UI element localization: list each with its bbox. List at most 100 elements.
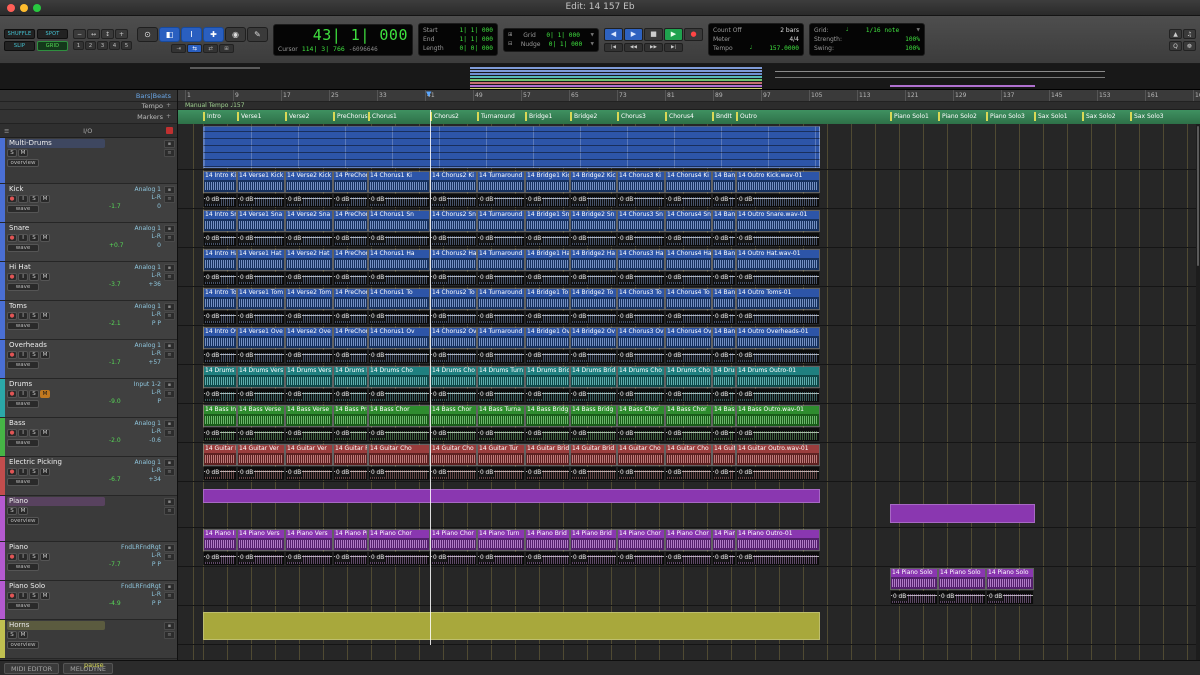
volume-automation-segment[interactable]: 0 dB xyxy=(665,467,712,480)
volume-automation-segment[interactable]: 0 dB xyxy=(986,591,1034,604)
audio-clip[interactable]: 14 Intro Ha xyxy=(203,249,237,271)
track-header-piano-solo-11[interactable]: Piano Solo●ISMwaveFndLRFndRgtL-R-4.9P P▪… xyxy=(0,581,177,620)
track-solo-button[interactable]: S xyxy=(29,429,39,437)
volume-automation-segment[interactable]: 0 dB xyxy=(570,552,617,565)
marker-intro[interactable]: Intro xyxy=(203,112,221,121)
volume-automation-segment[interactable]: 0 dB xyxy=(285,428,333,441)
marker-verse1[interactable]: Verse1 xyxy=(237,112,261,121)
volume-automation-segment[interactable]: 0 dB xyxy=(712,350,736,363)
track-header-piano-9[interactable]: PianoSMoverview▪≡ xyxy=(0,496,177,542)
zoom-preset-5[interactable]: 5 xyxy=(121,41,132,50)
track-input-monitor-button[interactable]: I xyxy=(18,234,28,242)
audio-clip[interactable]: 14 Guitar Outro.wav-01 xyxy=(736,444,820,466)
track-view-selector[interactable]: wave xyxy=(7,439,39,447)
track-input-path[interactable]: Analog 1 xyxy=(109,264,161,272)
audio-clip[interactable]: 14 Bridge2 Kic xyxy=(570,171,617,193)
volume-automation-segment[interactable]: 0 dB xyxy=(525,233,570,246)
zoom-vertical-icon[interactable]: ↕ xyxy=(101,29,114,39)
audio-clip[interactable]: 14 Intro To xyxy=(203,288,237,310)
audio-clip[interactable]: 14 PreChorus1 xyxy=(333,249,368,271)
audio-clip[interactable]: 14 Band xyxy=(712,327,736,349)
volume-automation-segment[interactable]: 0 dB xyxy=(712,428,736,441)
track-option-icon[interactable]: ▪ xyxy=(164,583,175,591)
volume-automation-segment[interactable]: 0 dB xyxy=(237,350,285,363)
track-option-icon[interactable]: ▪ xyxy=(164,498,175,506)
volume-automation-segment[interactable]: 0 dB xyxy=(333,428,368,441)
track-option-icon[interactable]: ≡ xyxy=(164,195,175,203)
track-option-icon[interactable]: ▪ xyxy=(164,303,175,311)
edit-mode-shuffle[interactable]: SHUFFLE xyxy=(4,29,35,39)
volume-automation-segment[interactable]: 0 dB xyxy=(285,194,333,207)
strength-value[interactable]: 100% xyxy=(905,35,920,44)
volume-automation-segment[interactable]: 0 dB xyxy=(237,428,285,441)
audio-clip[interactable]: 14 Drums Vers xyxy=(285,366,333,388)
volume-automation-segment[interactable]: 0 dB xyxy=(665,194,712,207)
volume-automation-segment[interactable]: 0 dB xyxy=(525,194,570,207)
audio-clip[interactable]: 14 Drums Cho xyxy=(617,366,665,388)
insertion-follows-playback-toggle[interactable]: ⊞ xyxy=(219,44,234,53)
track-input-monitor-button[interactable]: I xyxy=(18,468,28,476)
add-markers-icon[interactable]: + xyxy=(166,113,171,120)
menu-icon[interactable]: ≡ xyxy=(4,127,9,135)
track-volume-value[interactable]: -6.7 xyxy=(109,476,121,484)
volume-automation-segment[interactable]: 0 dB xyxy=(570,428,617,441)
audio-clip[interactable]: 14 Turnaround xyxy=(477,249,525,271)
volume-automation-segment[interactable]: 0 dB xyxy=(477,272,525,285)
track-mute-button[interactable]: M xyxy=(40,351,50,359)
volume-automation-segment[interactable]: 0 dB xyxy=(665,389,712,402)
track-output-path[interactable]: L-R xyxy=(109,350,161,358)
volume-automation-segment[interactable]: 0 dB xyxy=(368,194,430,207)
audio-clip[interactable]: 14 Drums Cho xyxy=(665,366,712,388)
audio-clip[interactable]: 14 Guitar Brid xyxy=(570,444,617,466)
audio-clip[interactable]: 14 Drums Cho xyxy=(430,366,477,388)
audio-clip[interactable]: 14 Piano Turn xyxy=(477,529,525,551)
volume-automation-segment[interactable]: 0 dB xyxy=(333,194,368,207)
volume-automation-segment[interactable]: 0 dB xyxy=(203,389,237,402)
scrollbar-thumb[interactable] xyxy=(1197,126,1199,266)
volume-automation-segment[interactable]: 0 dB xyxy=(525,311,570,324)
volume-automation-segment[interactable]: 0 dB xyxy=(203,467,237,480)
audio-clip[interactable]: 14 Drums xyxy=(203,366,237,388)
volume-automation-segment[interactable]: 0 dB xyxy=(617,233,665,246)
track-header-drums-6[interactable]: Drums●ISMwaveInput 1-2L-R-9.0P▪≡ xyxy=(0,379,177,418)
track-mute-button[interactable]: M xyxy=(40,390,50,398)
audio-clip[interactable]: 14 Chorus2 Ki xyxy=(430,171,477,193)
audio-clip[interactable]: 14 Drums Brid xyxy=(570,366,617,388)
audio-clip[interactable]: 14 Guitar I xyxy=(203,444,237,466)
volume-automation-segment[interactable]: 0 dB xyxy=(712,311,736,324)
track-volume-value[interactable]: -3.7 xyxy=(109,281,121,289)
selector-tool[interactable]: I xyxy=(181,27,202,42)
volume-automation-segment[interactable]: 0 dB xyxy=(203,311,237,324)
volume-automation-segment[interactable]: 0 dB xyxy=(525,389,570,402)
audio-clip[interactable]: 14 Piano Chor xyxy=(368,529,430,551)
volume-automation-segment[interactable]: 0 dB xyxy=(333,233,368,246)
volume-automation-segment[interactable]: 0 dB xyxy=(736,389,820,402)
audio-clip[interactable]: 14 Bass Chor xyxy=(368,405,430,427)
volume-automation-segment[interactable]: 0 dB xyxy=(368,428,430,441)
volume-automation-segment[interactable]: 0 dB xyxy=(712,233,736,246)
track-option-icon[interactable]: ▪ xyxy=(164,381,175,389)
audio-clip[interactable]: 14 Verse2 Kick xyxy=(285,171,333,193)
group-overview-block[interactable] xyxy=(203,612,820,640)
volume-automation-segment[interactable]: 0 dB xyxy=(477,350,525,363)
track-record-enable-button[interactable]: ● xyxy=(7,390,17,398)
tempo-value[interactable]: 157.0000 xyxy=(769,44,799,53)
track-solo-button[interactable]: S xyxy=(29,195,39,203)
volume-automation-segment[interactable]: 0 dB xyxy=(430,194,477,207)
audio-clip[interactable]: 14 Bridge2 To xyxy=(570,288,617,310)
audio-clip[interactable]: 14 Bass Turna xyxy=(477,405,525,427)
volume-automation-segment[interactable]: 0 dB xyxy=(477,428,525,441)
audio-clip[interactable]: 14 Outro Kick.wav-01 xyxy=(736,171,820,193)
audio-clip[interactable]: 14 Chorus3 Ha xyxy=(617,249,665,271)
track-pan-value[interactable]: P P xyxy=(152,600,161,608)
track-option-icon[interactable]: ≡ xyxy=(164,553,175,561)
track-header-overheads-5[interactable]: Overheads●ISMwaveAnalog 1L-R-1.7+57▪≡ xyxy=(0,340,177,379)
track-input-path[interactable]: Analog 1 xyxy=(109,459,161,467)
minimized-track-pause[interactable]: pause xyxy=(84,661,177,669)
volume-automation-segment[interactable]: 0 dB xyxy=(333,311,368,324)
track-header-electric-picking-8[interactable]: Electric Picking●ISMwaveAnalog 1L-R-6.7+… xyxy=(0,457,177,496)
track-option-icon[interactable]: ▪ xyxy=(164,186,175,194)
track-input-path[interactable]: Analog 1 xyxy=(109,303,161,311)
back-button[interactable]: ◀ xyxy=(604,28,623,41)
audio-clip[interactable]: 14 PreChorus1 xyxy=(333,171,368,193)
